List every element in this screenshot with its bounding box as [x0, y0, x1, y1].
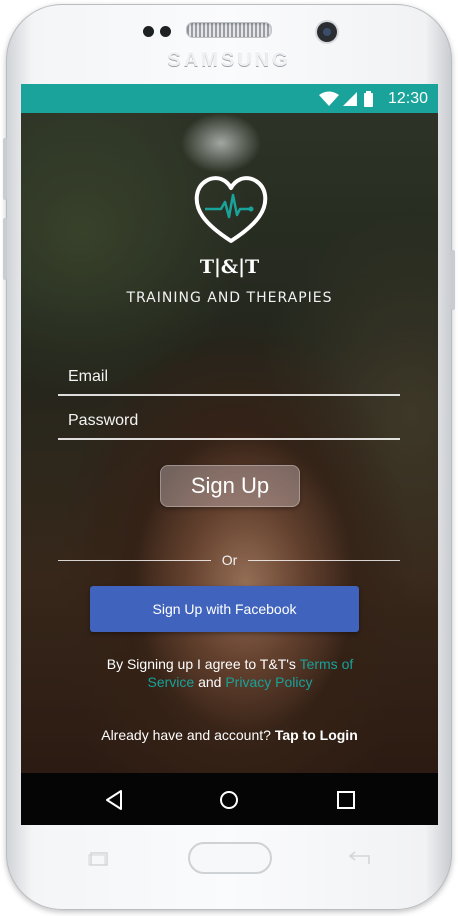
proximity-sensor	[143, 26, 154, 37]
hardware-back-icon[interactable]	[346, 851, 372, 867]
screen: 12:30 T|&|T TRAINING AND THERAPIES Sign …	[21, 84, 438, 825]
earpiece-speaker	[186, 22, 272, 38]
terms-conjunction: and	[194, 674, 226, 690]
home-icon[interactable]	[218, 789, 240, 811]
status-time: 12:30	[387, 90, 428, 107]
front-camera	[317, 22, 337, 42]
login-screen: T|&|T TRAINING AND THERAPIES Sign Up Or …	[21, 113, 438, 773]
back-icon[interactable]	[103, 789, 125, 811]
battery-icon	[364, 93, 373, 107]
password-field[interactable]	[58, 404, 400, 440]
light-sensor	[160, 26, 171, 37]
email-field[interactable]	[58, 360, 400, 396]
email-input[interactable]	[58, 360, 400, 394]
wifi-icon	[319, 91, 339, 106]
power-button	[451, 250, 455, 310]
status-icons	[319, 91, 373, 107]
heart-pulse-icon	[194, 176, 268, 243]
hardware-home-button[interactable]	[188, 842, 272, 874]
recents-icon[interactable]	[335, 789, 357, 811]
app-title: T|&|T	[199, 256, 260, 278]
app-subtitle: TRAINING AND THERAPIES	[126, 290, 333, 306]
volume-button-lower	[3, 218, 7, 280]
signal-icon	[343, 92, 357, 106]
divider-right	[248, 560, 400, 561]
volume-button	[3, 138, 7, 200]
navigation-bar	[21, 773, 438, 825]
terms-text: By Signing up I agree to T&T's Terms of …	[85, 655, 375, 691]
tap-to-login-link[interactable]: Tap to Login	[275, 727, 358, 743]
login-prompt-text: Already have and account?	[101, 727, 275, 743]
facebook-signup-button[interactable]: Sign Up with Facebook	[90, 586, 359, 632]
device-brand: SAMSUNG	[167, 49, 291, 71]
terms-prefix: By Signing up I agree to T&T's	[106, 656, 300, 672]
privacy-policy-link[interactable]: Privacy Policy	[225, 674, 312, 690]
login-prompt: Already have and account? Tap to Login	[21, 727, 438, 743]
hardware-recents-icon[interactable]	[88, 852, 110, 866]
password-input[interactable]	[58, 404, 400, 438]
sign-up-button[interactable]: Sign Up	[160, 465, 300, 507]
status-bar: 12:30	[21, 84, 438, 113]
